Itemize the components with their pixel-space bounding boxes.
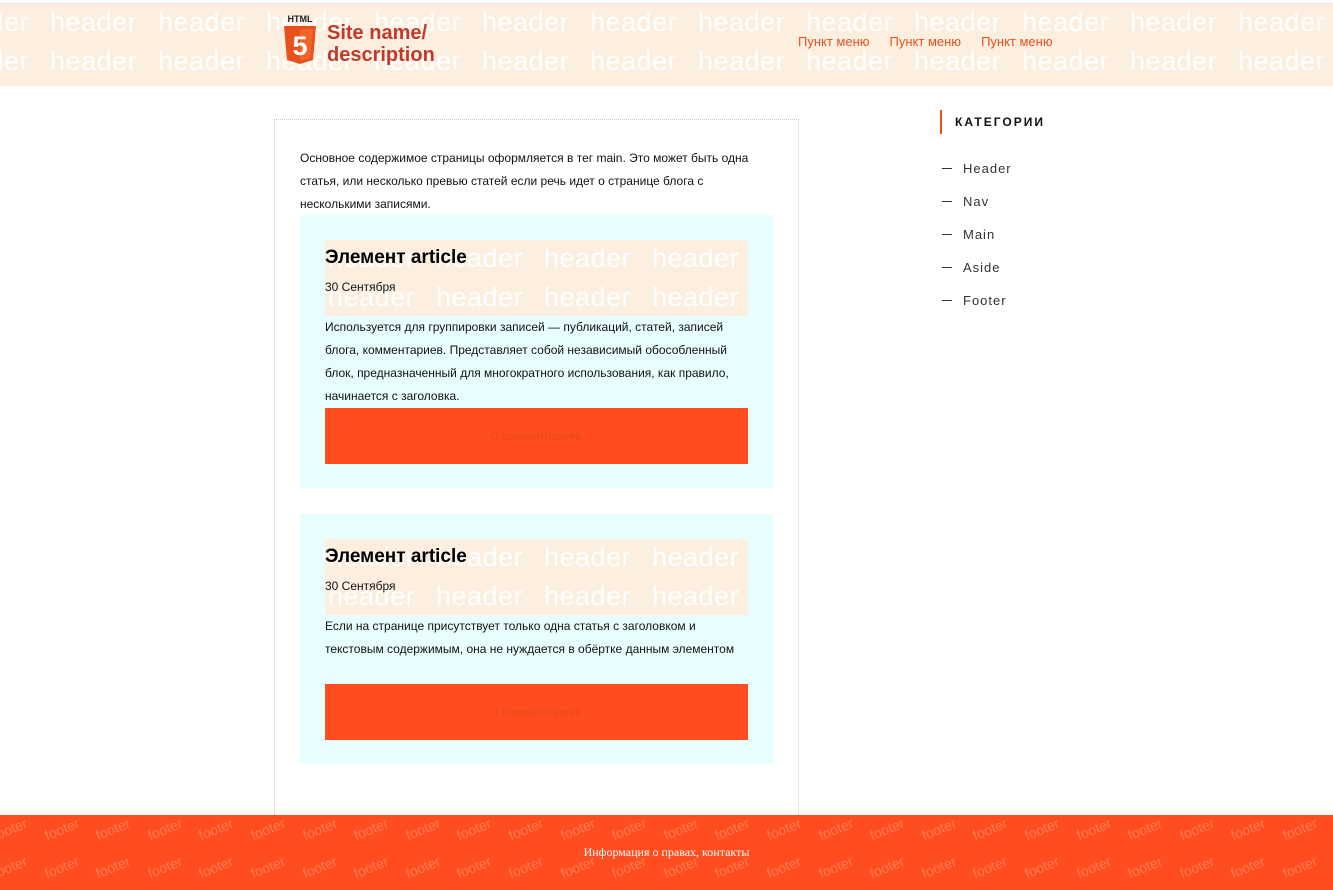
article-1-header: header header header header header header head… [325, 240, 748, 316]
watermark-word: header [590, 7, 678, 37]
watermark-word: header [652, 282, 740, 312]
watermark-word: header [50, 7, 138, 37]
article-1-date: 30 Сентября [325, 280, 396, 294]
watermark-word: header [544, 581, 632, 611]
dash-icon [942, 201, 952, 202]
nav-item-1[interactable]: Пункт меню [798, 34, 870, 49]
watermark-row: header header header header header header head… [0, 7, 1333, 38]
category-item-footer[interactable]: Footer [940, 284, 1140, 317]
main-intro-text: Основное содержимое страницы оформляется… [300, 151, 749, 211]
footer-info-text[interactable]: Информация о правах, контакты [584, 845, 750, 860]
watermark-word: header [1238, 46, 1326, 76]
article-2-body: Если на странице присутствует только одн… [325, 619, 735, 656]
article-1-comments-button[interactable]: 0 комментариев [325, 408, 748, 464]
category-item-main[interactable]: Main [940, 218, 1140, 251]
watermark-word: header [698, 46, 786, 76]
site-footer: footer footer footer footer footer footer foot… [0, 815, 1333, 890]
nav-item-3[interactable]: Пункт меню [981, 34, 1053, 49]
article-2-title[interactable]: Элемент article [325, 546, 467, 568]
site-header: header header header header header header head… [0, 3, 1333, 86]
watermark-word: header [652, 581, 740, 611]
html5-logo-icon[interactable]: HTML 5 [282, 13, 318, 65]
main-content: Основное содержимое страницы оформляется… [274, 119, 799, 819]
article-2-date: 30 Сентября [325, 579, 396, 593]
dash-icon [942, 168, 952, 169]
watermark-word: header [914, 46, 1002, 76]
article-2: header header header header header header head… [300, 514, 773, 764]
watermark-word: header [50, 46, 138, 76]
watermark-word: header [482, 46, 570, 76]
watermark-word: header [158, 7, 246, 37]
site-description-line2: description [327, 44, 435, 66]
site-name[interactable]: Site name/ description [327, 22, 435, 66]
watermark-word: header [1130, 46, 1218, 76]
svg-text:HTML: HTML [288, 14, 313, 24]
article-1-body: Используется для группировки записей — п… [325, 320, 729, 403]
category-label: Header [963, 161, 1012, 176]
watermark-word: header [436, 581, 524, 611]
header-watermark: header header header header header header head… [0, 4, 1333, 86]
category-label: Footer [963, 293, 1007, 308]
categories-title: КАТЕГОРИИ [940, 110, 1140, 134]
watermark-word: header [1238, 7, 1326, 37]
category-list: Header Nav Main Aside Footer [940, 152, 1140, 317]
watermark-word: header [158, 46, 246, 76]
watermark-word: header [0, 7, 30, 37]
sidebar-categories: КАТЕГОРИИ Header Nav Main Aside Footer [940, 110, 1140, 317]
article-1-title[interactable]: Элемент article [325, 247, 467, 269]
dash-icon [942, 300, 952, 301]
site-name-line1: Site name/ [327, 22, 428, 44]
category-item-nav[interactable]: Nav [940, 185, 1140, 218]
main-nav: Пункт меню Пункт меню Пункт меню [798, 34, 1053, 49]
dash-icon [942, 267, 952, 268]
category-label: Nav [963, 194, 990, 209]
watermark-word: header [436, 282, 524, 312]
category-label: Aside [963, 260, 1001, 275]
watermark-word: header [806, 46, 894, 76]
watermark-word: header [652, 243, 740, 273]
watermark-word: header [698, 7, 786, 37]
category-label: Main [963, 227, 996, 242]
footer-info: Информация о правах, контакты [0, 815, 1333, 890]
svg-text:5: 5 [292, 31, 307, 61]
dash-icon [942, 234, 952, 235]
watermark-word: header [652, 542, 740, 572]
article-2-comments-button[interactable]: 0 комментариев [325, 684, 748, 740]
watermark-word: header [1022, 46, 1110, 76]
watermark-word: header [544, 542, 632, 572]
watermark-word: header [1130, 7, 1218, 37]
category-item-aside[interactable]: Aside [940, 251, 1140, 284]
watermark-word: header [544, 243, 632, 273]
article-2-header: header header header header header header head… [325, 539, 748, 615]
article-1: header header header header header header head… [300, 215, 773, 488]
category-item-header[interactable]: Header [940, 152, 1140, 185]
watermark-word: header [482, 7, 570, 37]
nav-item-2[interactable]: Пункт меню [890, 34, 962, 49]
watermark-word: header [544, 282, 632, 312]
watermark-row: header header header header header header head… [0, 46, 1333, 77]
watermark-word: header [590, 46, 678, 76]
watermark-word: header [0, 46, 30, 76]
